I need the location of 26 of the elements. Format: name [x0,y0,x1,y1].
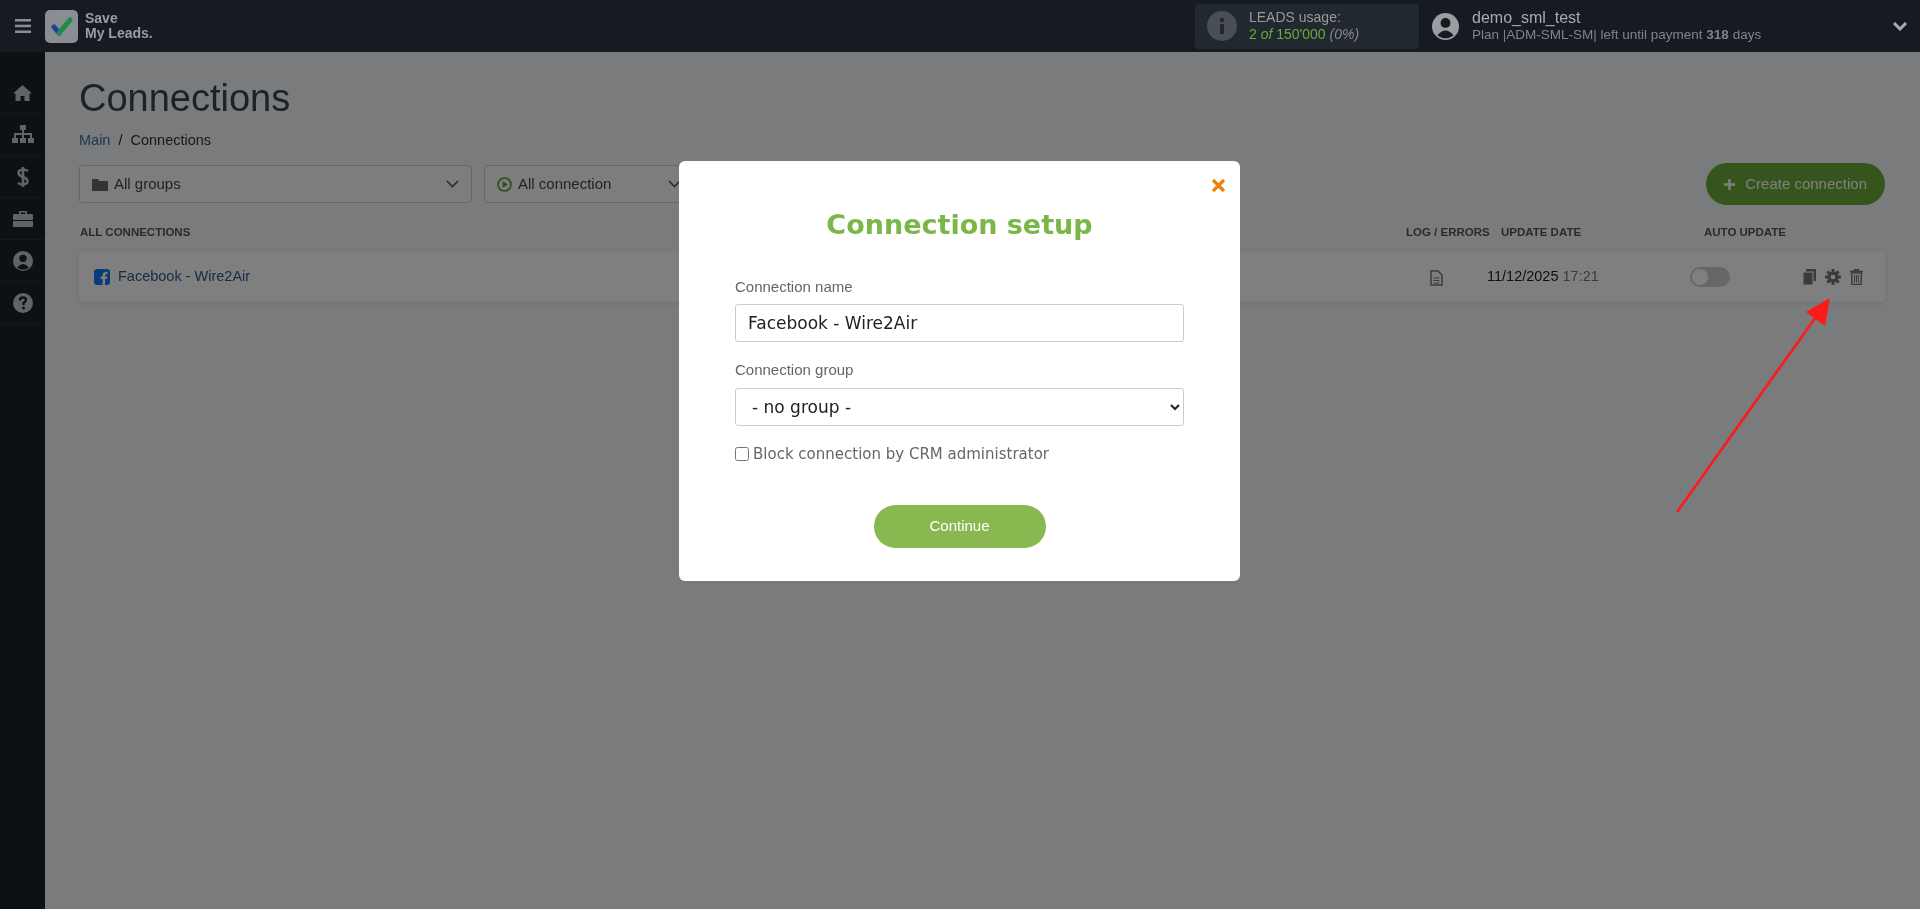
usage-label: LEADS usage: [1249,9,1342,26]
connection-group-select[interactable]: - no group - [735,387,1184,426]
user-name: demo_sml_test [1472,9,1582,28]
continue-button[interactable]: Continue [873,505,1046,548]
breadcrumb-current: Connections [130,130,212,150]
date-text: 11/12/2025 [1487,267,1559,284]
column-header: UPDATE DATE [1501,226,1582,239]
plan-text: Plan |ADM-SML-SM| left until payment 318 days [1472,27,1763,43]
filter-dropdown[interactable]: All groups [79,165,472,204]
column-header: AUTO UPDATE [1704,226,1786,239]
breadcrumb-link[interactable]: Main [79,129,111,152]
usage-value: 2 of 150'000 (0%) [1249,26,1360,43]
time-text: 17:21 [1562,267,1599,284]
breadcrumb-separator: / [118,130,123,150]
checkbox-label: Block connection by CRM administrator [753,443,1049,465]
brand-name: My Leads. [85,26,153,41]
column-header: ALL CONNECTIONS [80,226,191,239]
brand-name: Save [85,11,119,26]
column-header: LOG / ERRORS [1406,226,1490,239]
create-connection-button[interactable]: Create connection [1706,163,1885,206]
field-label: Connection group [735,360,855,380]
page-title: Connections [79,76,292,121]
connection-link[interactable]: Facebook - Wire2Air [118,265,251,288]
connection-name-field[interactable]: Facebook - Wire2Air [735,304,1184,342]
modal-title: Connection setup [825,208,1094,242]
field-label: Connection name [735,276,854,297]
